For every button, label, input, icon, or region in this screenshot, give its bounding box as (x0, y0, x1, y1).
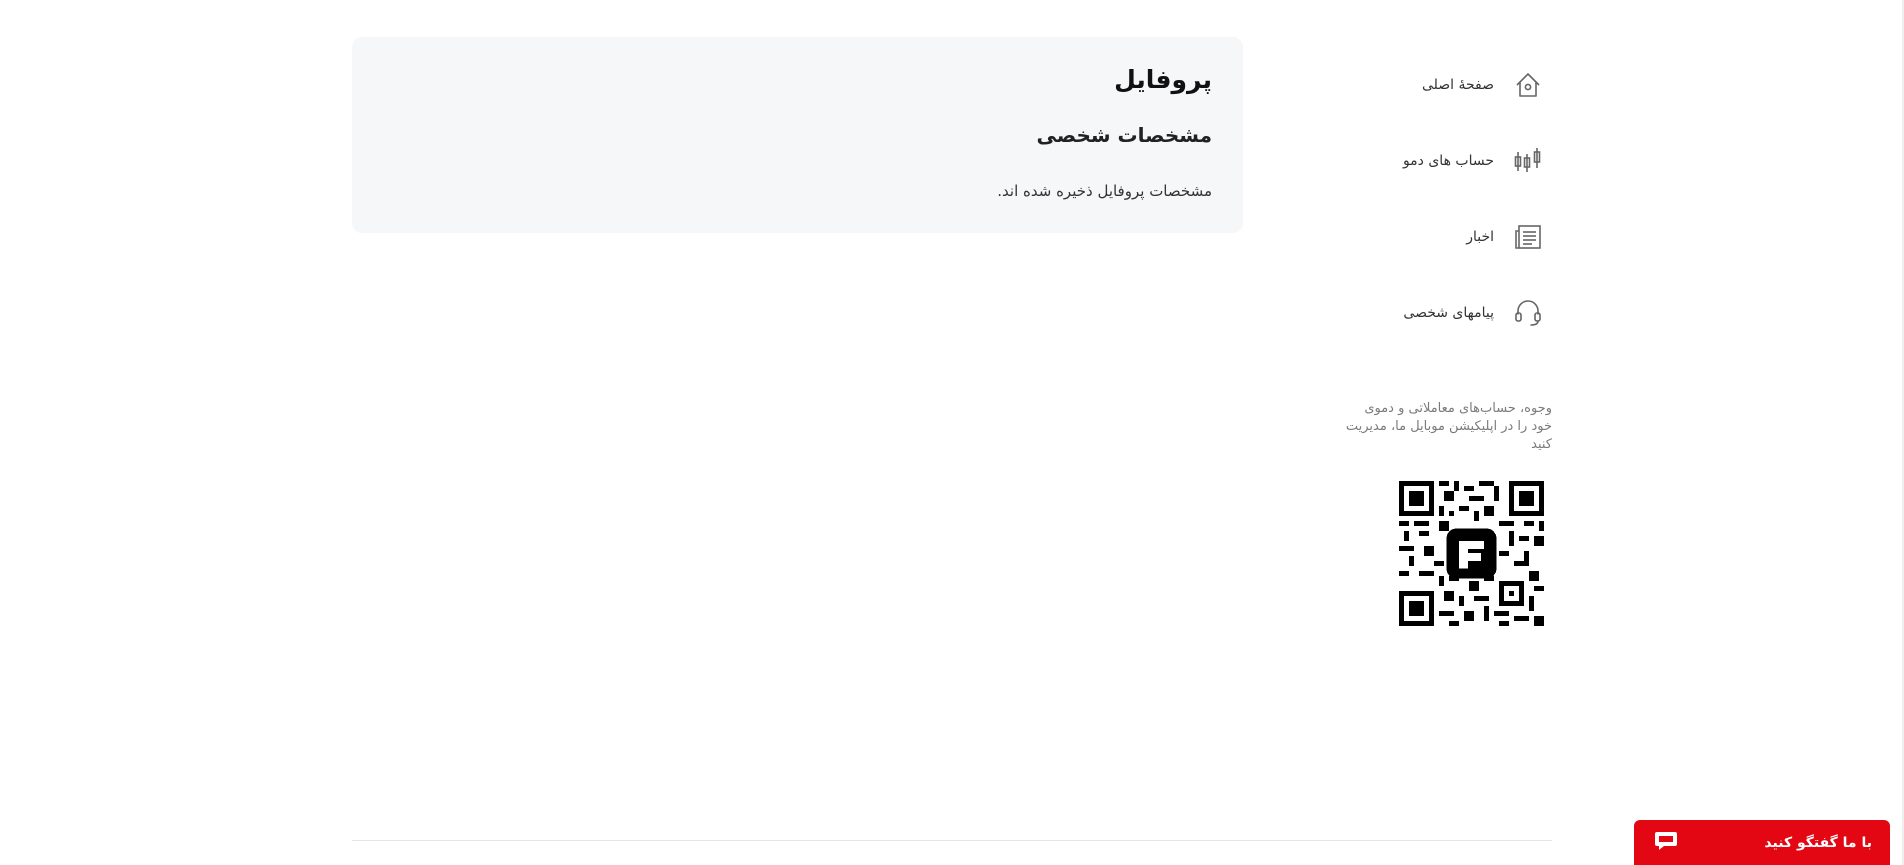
sidebar-item-messages[interactable]: پیامهای شخصی (1403, 293, 1544, 333)
section-title: مشخصات شخصی (1036, 123, 1212, 147)
sidebar-item-home[interactable]: صفحهٔ اصلی (1422, 65, 1544, 105)
sidebar-item-demo-accounts[interactable]: حساب های دمو (1403, 141, 1544, 181)
sidebar-item-label: حساب های دمو (1402, 153, 1494, 169)
footer-divider (352, 840, 1552, 841)
saved-status-message: مشخصات پروفایل ذخیره شده اند. (997, 182, 1212, 200)
news-icon (1512, 221, 1544, 253)
chat-widget-label: با ما گفتگو کنید (1764, 834, 1872, 851)
app-promo-text: وجوه، حساب‌های معاملاتی و دموی خود را در… (1345, 401, 1552, 452)
chat-widget-button[interactable]: با ما گفتگو کنید (1634, 820, 1890, 865)
sidebar-item-news[interactable]: اخبار (1466, 217, 1544, 257)
headset-icon (1512, 297, 1544, 329)
profile-card: پروفایل مشخصات شخصی مشخصات پروفایل ذخیره… (352, 37, 1243, 233)
home-icon (1512, 69, 1544, 101)
sidebar-item-label: صفحهٔ اصلی (1421, 77, 1494, 93)
chat-bubble-icon (1654, 830, 1678, 856)
candlestick-icon (1512, 145, 1544, 177)
qr-code-icon (1399, 481, 1544, 626)
sidebar-item-label: اخبار (1466, 229, 1494, 245)
sidebar-item-label: پیامهای شخصی (1403, 305, 1494, 321)
page-title: پروفایل (1114, 65, 1212, 94)
